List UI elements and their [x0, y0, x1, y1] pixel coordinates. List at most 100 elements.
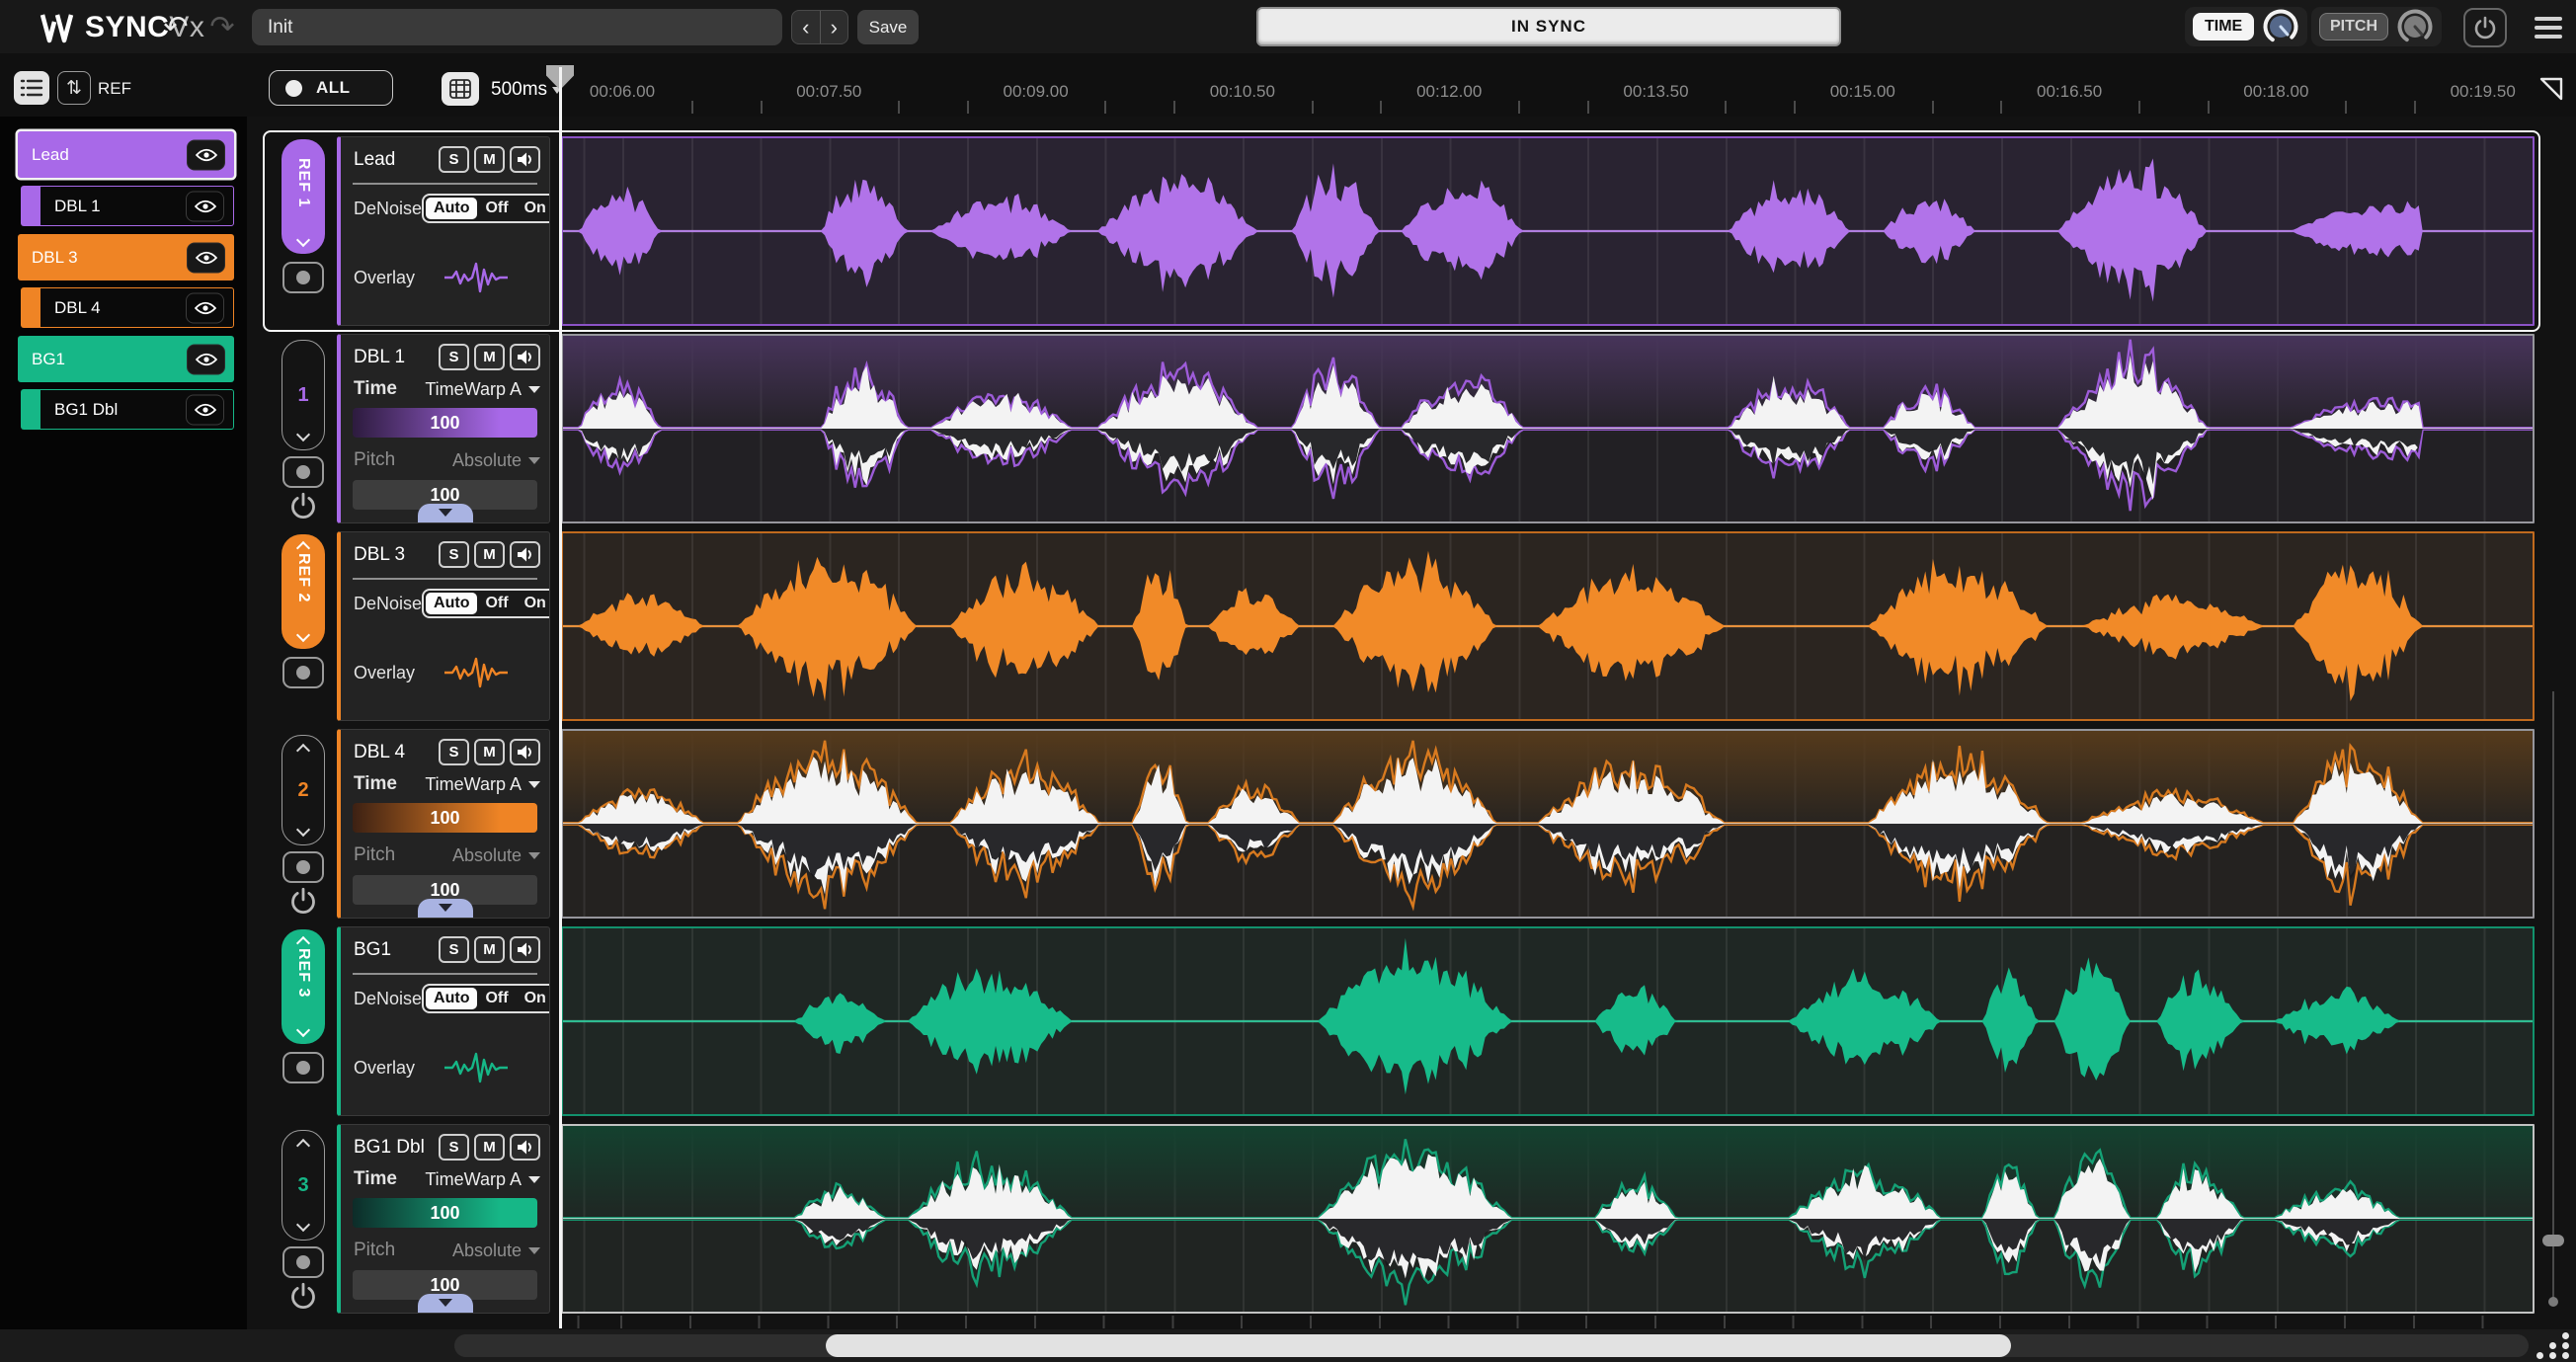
record-arm-button[interactable] — [282, 1246, 324, 1278]
header-expand-button[interactable] — [418, 1294, 473, 1314]
mute-button[interactable]: M — [474, 146, 505, 173]
visibility-eye-icon[interactable] — [187, 242, 225, 273]
mute-button[interactable]: M — [474, 1134, 505, 1161]
undo-icon[interactable]: ↶ — [156, 8, 196, 45]
denoise-option-off[interactable]: Off — [477, 593, 516, 614]
record-arm-button[interactable] — [282, 456, 324, 488]
time-amount-slider[interactable]: 100 — [353, 1198, 537, 1228]
ref-group-pill[interactable]: REF 2 — [282, 534, 325, 649]
waveform-display[interactable] — [561, 334, 2535, 523]
preset-name-input[interactable] — [252, 9, 782, 45]
sidebar-item-lead[interactable]: Lead — [18, 131, 234, 178]
time-knob[interactable] — [2262, 8, 2299, 45]
denoise-option-auto[interactable]: Auto — [426, 198, 477, 219]
time-control-group: TIME — [2185, 7, 2307, 46]
preset-next-button[interactable]: › — [821, 11, 848, 43]
header-expand-button[interactable] — [418, 899, 473, 919]
overlay-waveform-icon[interactable] — [443, 1049, 510, 1086]
pitch-mode-dropdown[interactable]: Absolute — [452, 450, 540, 471]
speaker-button[interactable] — [510, 146, 540, 173]
in-sync-button[interactable]: IN SYNC — [1256, 7, 1841, 46]
speaker-button[interactable] — [510, 344, 540, 370]
save-button[interactable]: Save — [857, 10, 919, 44]
time-mode-dropdown[interactable]: TimeWarp A — [425, 1169, 540, 1190]
solo-button[interactable]: S — [439, 936, 469, 963]
sidebar-item-bg1[interactable]: BG1 — [18, 336, 234, 382]
speaker-button[interactable] — [510, 541, 540, 568]
pitch-mode-dropdown[interactable]: Absolute — [452, 1241, 540, 1261]
record-arm-button[interactable] — [282, 1052, 324, 1083]
time-toggle-button[interactable]: TIME — [2193, 13, 2254, 40]
denoise-option-on[interactable]: On — [517, 198, 550, 219]
denoise-option-on[interactable]: On — [517, 988, 550, 1009]
waveform-display[interactable] — [561, 729, 2535, 919]
vertical-zoom-track — [2552, 691, 2554, 1304]
group-number-pill[interactable]: 2 — [282, 735, 325, 845]
denoise-option-auto[interactable]: Auto — [426, 593, 477, 614]
record-arm-button[interactable] — [282, 262, 324, 293]
group-number-pill[interactable]: 3 — [282, 1130, 325, 1241]
resize-grip-icon[interactable] — [2536, 1332, 2572, 1360]
track-power-icon[interactable] — [289, 887, 317, 915]
redo-icon[interactable]: ↷ — [202, 8, 242, 45]
overlay-waveform-icon[interactable] — [443, 654, 510, 691]
vertical-zoom-thumb[interactable] — [2542, 1235, 2564, 1246]
ref-group-pill[interactable]: REF 3 — [282, 929, 325, 1044]
visibility-eye-icon[interactable] — [187, 139, 225, 170]
record-arm-button[interactable] — [282, 851, 324, 883]
time-mode-dropdown[interactable]: TimeWarp A — [425, 774, 540, 795]
pitch-knob[interactable] — [2396, 8, 2434, 45]
power-button[interactable] — [2463, 8, 2507, 47]
denoise-option-on[interactable]: On — [517, 593, 550, 614]
solo-button[interactable]: S — [439, 1134, 469, 1161]
track-list-button[interactable] — [14, 71, 49, 105]
horizontal-scrollbar[interactable] — [454, 1334, 2529, 1357]
pitch-mode-dropdown[interactable]: Absolute — [452, 845, 540, 866]
mute-button[interactable]: M — [474, 344, 505, 370]
record-arm-button[interactable] — [282, 657, 324, 688]
track-power-icon[interactable] — [289, 492, 317, 520]
speaker-button[interactable] — [510, 936, 540, 963]
solo-button[interactable]: S — [439, 344, 469, 370]
solo-button[interactable]: S — [439, 146, 469, 173]
speaker-button[interactable] — [510, 1134, 540, 1161]
sidebar-item-dbl4[interactable]: DBL 4 — [21, 287, 234, 328]
visibility-eye-icon[interactable] — [187, 344, 225, 374]
overlay-waveform-icon[interactable] — [443, 259, 510, 296]
waveform-display[interactable] — [561, 531, 2535, 721]
visibility-eye-icon[interactable] — [186, 191, 224, 221]
denoise-option-off[interactable]: Off — [477, 988, 516, 1009]
visibility-eye-icon[interactable] — [186, 292, 224, 323]
mute-button[interactable]: M — [474, 541, 505, 568]
waveform-display[interactable] — [561, 136, 2535, 326]
time-mode-dropdown[interactable]: TimeWarp A — [425, 379, 540, 400]
denoise-option-auto[interactable]: Auto — [426, 988, 477, 1009]
hamburger-menu-icon[interactable] — [2535, 17, 2562, 39]
grid-resolution-dropdown[interactable]: 500ms — [491, 79, 562, 101]
sidebar-item-dbl3[interactable]: DBL 3 — [18, 234, 234, 280]
mute-button[interactable]: M — [474, 936, 505, 963]
waveform-display[interactable] — [561, 926, 2535, 1116]
sidebar-item-bg1dbl[interactable]: BG1 Dbl — [21, 389, 234, 430]
grid-snap-button[interactable] — [442, 72, 479, 106]
waveform-display[interactable] — [561, 1124, 2535, 1314]
autoscroll-flag-icon[interactable] — [2536, 75, 2566, 103]
denoise-option-off[interactable]: Off — [477, 198, 516, 219]
horizontal-scrollbar-thumb[interactable] — [826, 1334, 2011, 1357]
visibility-eye-icon[interactable] — [186, 394, 224, 425]
time-amount-slider[interactable]: 100 — [353, 408, 537, 438]
speaker-button[interactable] — [510, 739, 540, 765]
ref-group-pill[interactable]: REF 1 — [282, 139, 325, 254]
ref-sort-button[interactable]: ⇅ — [57, 71, 91, 105]
group-number-pill[interactable]: 1 — [282, 340, 325, 450]
header-expand-button[interactable] — [418, 504, 473, 523]
track-power-icon[interactable] — [289, 1282, 317, 1310]
solo-button[interactable]: S — [439, 739, 469, 765]
pitch-toggle-button[interactable]: PITCH — [2319, 13, 2388, 40]
mute-button[interactable]: M — [474, 739, 505, 765]
sidebar-item-dbl1[interactable]: DBL 1 — [21, 186, 234, 226]
all-toggle-button[interactable]: ALL — [269, 70, 393, 106]
time-amount-slider[interactable]: 100 — [353, 803, 537, 833]
preset-prev-button[interactable]: ‹ — [792, 11, 821, 43]
solo-button[interactable]: S — [439, 541, 469, 568]
